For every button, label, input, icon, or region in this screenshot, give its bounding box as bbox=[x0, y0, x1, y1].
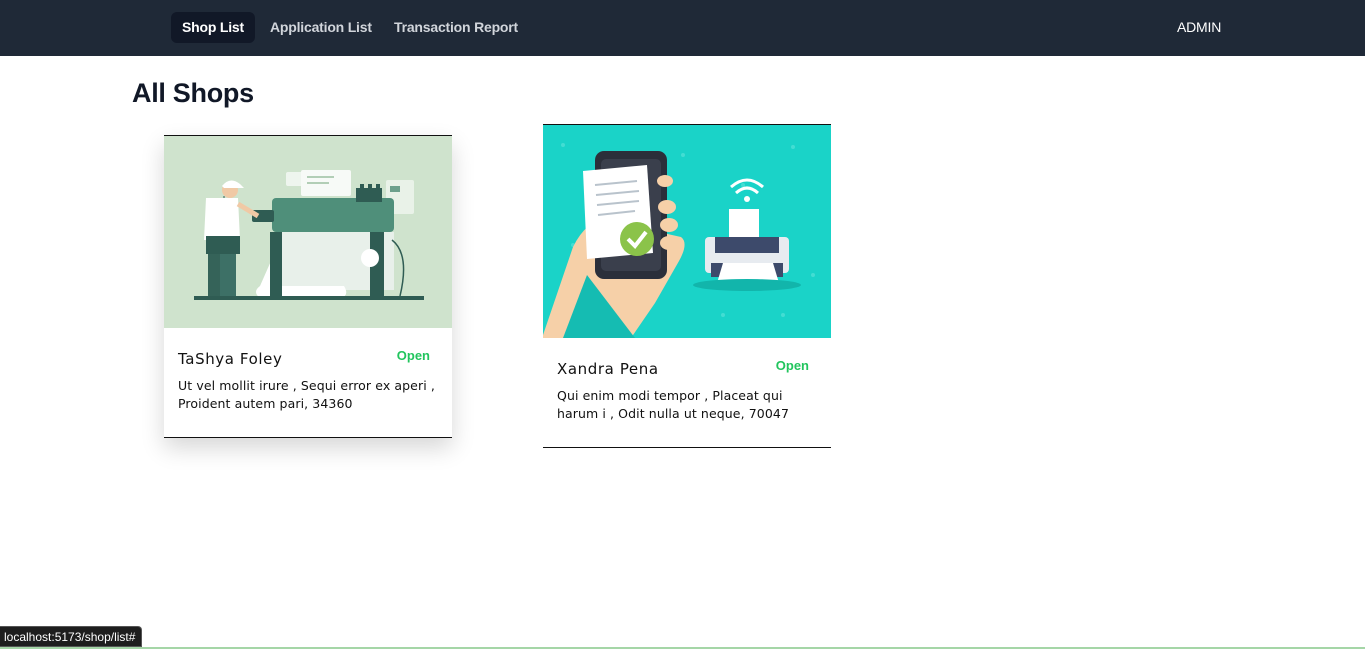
browser-status-url: localhost:5173/shop/list# bbox=[0, 626, 143, 647]
admin-user-menu[interactable]: ADMIN bbox=[1177, 12, 1221, 43]
shop-card-xandra-pena[interactable]: Open Xandra Pena Qui enim modi tempor , … bbox=[543, 124, 831, 448]
shop-status-badge: Open bbox=[396, 348, 430, 363]
mobile-print-illustration bbox=[543, 125, 831, 338]
printer-operator-illustration bbox=[164, 136, 452, 328]
page-title: All Shops bbox=[132, 78, 254, 108]
nav-shop-list[interactable]: Shop List bbox=[171, 12, 255, 43]
shop-card-body: Open Xandra Pena Qui enim modi tempor , … bbox=[543, 338, 831, 423]
top-navbar: Shop List Application List Transaction R… bbox=[0, 0, 1365, 56]
shop-status-badge: Open bbox=[775, 358, 809, 373]
shop-card-tashya-foley[interactable]: Open TaShya Foley Ut vel mollit irure , … bbox=[164, 135, 452, 438]
nav-application-list[interactable]: Application List bbox=[259, 12, 383, 43]
shop-card-body: Open TaShya Foley Ut vel mollit irure , … bbox=[164, 328, 452, 413]
nav-transaction-report[interactable]: Transaction Report bbox=[383, 12, 529, 43]
shop-address: Qui enim modi tempor , Placeat qui harum… bbox=[557, 388, 789, 421]
shop-address: Ut vel mollit irure , Sequi error ex ape… bbox=[178, 378, 435, 411]
